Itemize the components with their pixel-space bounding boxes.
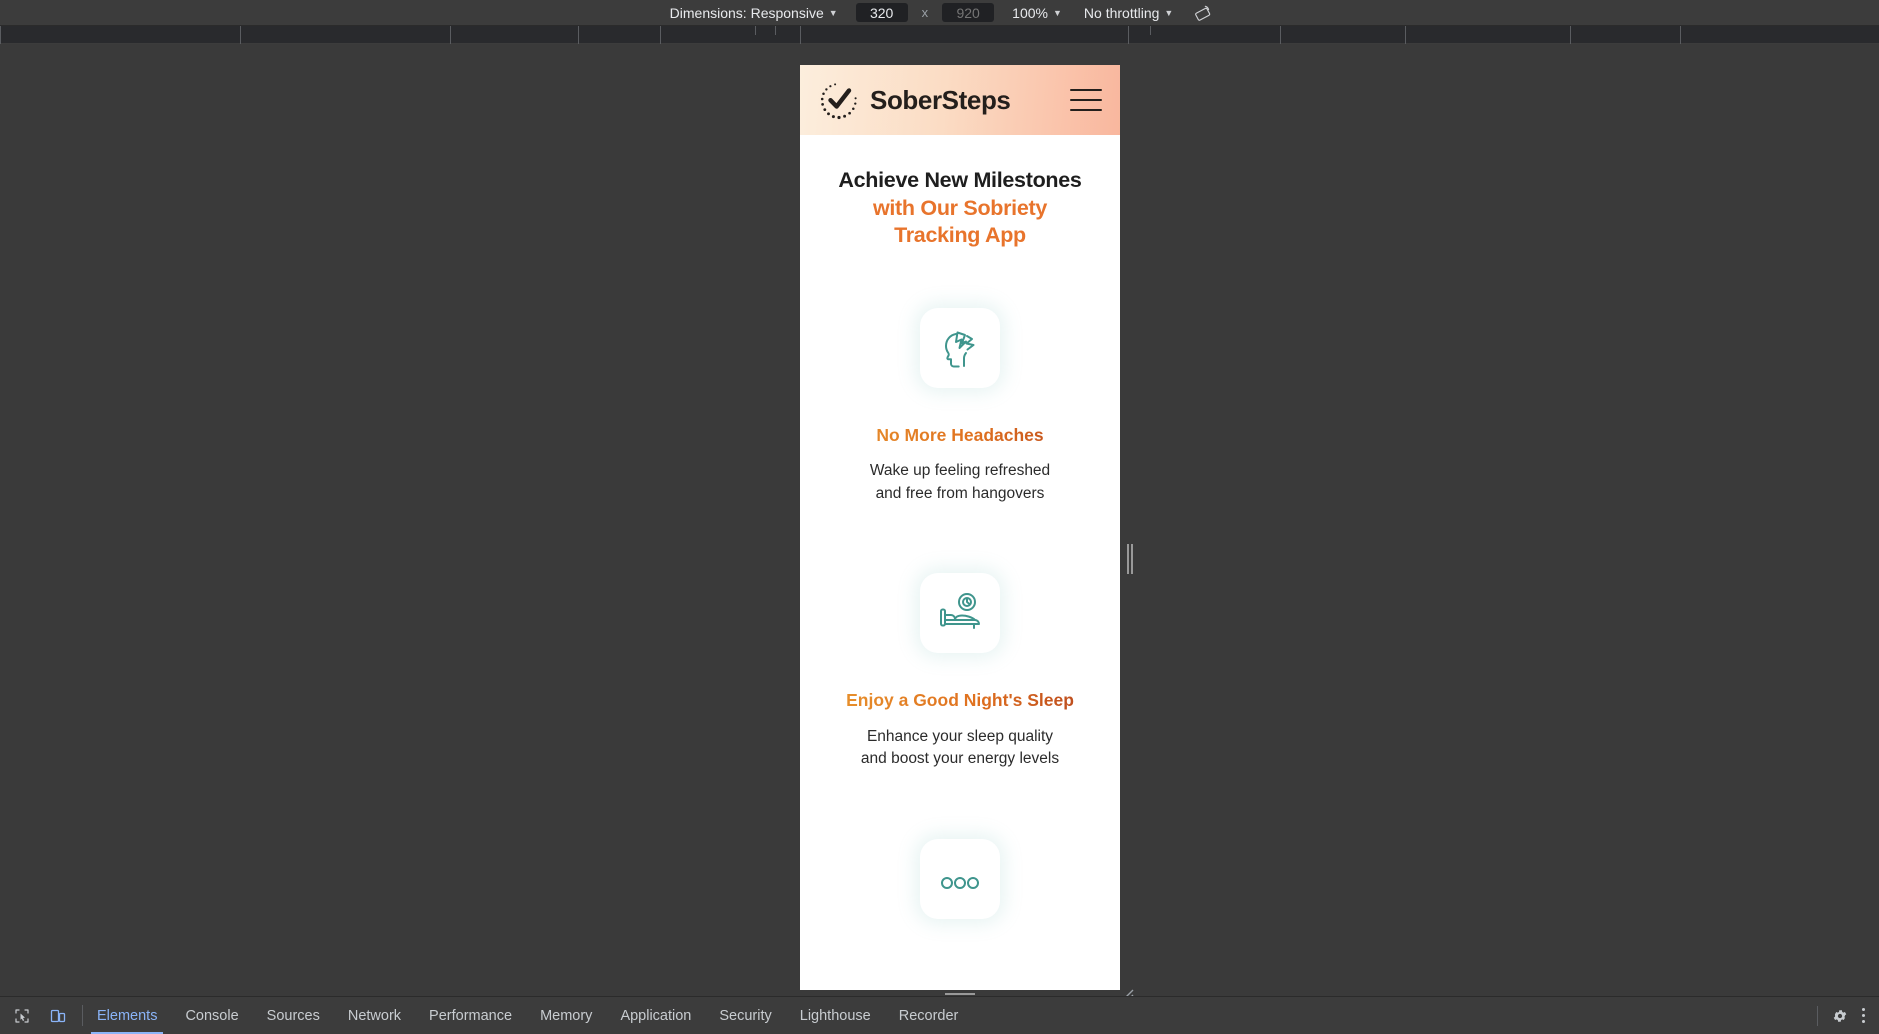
tab-label: Recorder bbox=[898, 1007, 959, 1024]
tab-label: Elements bbox=[97, 1007, 158, 1024]
viewport-ruler bbox=[0, 26, 1879, 44]
chevron-down-icon: ▼ bbox=[1164, 8, 1174, 18]
tab-application[interactable]: Application bbox=[606, 997, 705, 1034]
chevron-down-icon: ▼ bbox=[828, 8, 838, 18]
brand-title: SoberSteps bbox=[870, 84, 1011, 115]
hero-line-2: with Our Sobriety bbox=[872, 195, 1048, 220]
zoom-label: 100% bbox=[1012, 4, 1048, 21]
feature-description: Enhance your sleep quality and boost you… bbox=[816, 726, 1104, 771]
device-viewport: SoberSteps Achieve New Milestones with O… bbox=[800, 65, 1120, 990]
tab-label: Application bbox=[620, 1007, 692, 1024]
tab-label: Lighthouse bbox=[799, 1007, 871, 1024]
tab-performance[interactable]: Performance bbox=[415, 997, 526, 1034]
bed-clock-sleep-icon bbox=[920, 573, 1000, 654]
tab-label: Security bbox=[719, 1007, 772, 1024]
hamburger-menu-icon[interactable] bbox=[1070, 89, 1102, 111]
viewport-width-input[interactable] bbox=[855, 3, 908, 22]
dimensions-dropdown[interactable]: Dimensions: Responsive ▼ bbox=[666, 3, 842, 23]
tab-lighthouse[interactable]: Lighthouse bbox=[786, 997, 885, 1034]
page-title: Achieve New Milestones with Our Sobriety… bbox=[814, 167, 1106, 250]
feature-card-partial bbox=[816, 791, 1104, 975]
tab-label: Sources bbox=[266, 1007, 320, 1024]
tab-console[interactable]: Console bbox=[171, 997, 252, 1034]
device-toolbar-icon[interactable] bbox=[46, 1004, 70, 1028]
dimension-separator: x bbox=[921, 5, 929, 20]
hero-section: Achieve New Milestones with Our Sobriety… bbox=[800, 135, 1120, 260]
hero-line-3: Tracking App bbox=[894, 223, 1026, 248]
dimensions-label: Dimensions: Responsive bbox=[669, 4, 824, 21]
tab-security[interactable]: Security bbox=[705, 997, 785, 1034]
kebab-menu-icon[interactable] bbox=[1854, 1008, 1873, 1023]
devtools-tab-list: Elements Console Sources Network Perform… bbox=[83, 997, 972, 1034]
tab-label: Network bbox=[347, 1007, 402, 1024]
feature-card-headaches: No More Headaches Wake up feeling refres… bbox=[816, 260, 1104, 526]
devtools-icon-group bbox=[0, 997, 82, 1034]
tab-label: Console bbox=[185, 1007, 239, 1024]
head-lightning-headache-icon bbox=[920, 307, 1000, 388]
tab-memory[interactable]: Memory bbox=[526, 997, 606, 1034]
tab-label: Performance bbox=[429, 1007, 513, 1024]
viewport-resize-handle-right[interactable] bbox=[1127, 544, 1133, 574]
viewport-height-input[interactable] bbox=[942, 3, 995, 22]
hero-line-1: Achieve New Milestones bbox=[838, 168, 1082, 192]
features-list: No More Headaches Wake up feeling refres… bbox=[800, 260, 1120, 975]
feature-desc-line-1: Wake up feeling refreshed bbox=[869, 462, 1051, 480]
throttling-dropdown[interactable]: No throttling ▼ bbox=[1080, 3, 1177, 23]
tab-network[interactable]: Network bbox=[334, 997, 415, 1034]
throttling-label: No throttling bbox=[1083, 4, 1160, 21]
feature-card-sleep: Enjoy a Good Night's Sleep Enhance your … bbox=[816, 525, 1104, 791]
gear-icon[interactable] bbox=[1828, 1004, 1852, 1028]
chevron-down-icon: ▼ bbox=[1052, 8, 1062, 18]
viewport-stage: SoberSteps Achieve New Milestones with O… bbox=[0, 44, 1879, 1000]
feature-desc-line-2: and boost your energy levels bbox=[860, 750, 1060, 768]
devtools-right-group bbox=[1809, 997, 1879, 1034]
feature-description: Wake up feeling refreshed and free from … bbox=[816, 460, 1104, 505]
zoom-dropdown[interactable]: 100% ▼ bbox=[1008, 3, 1066, 23]
device-toolbar: Dimensions: Responsive ▼ x 100% ▼ No thr… bbox=[0, 0, 1879, 26]
feature-desc-line-2: and free from hangovers bbox=[875, 484, 1045, 502]
tab-sources[interactable]: Sources bbox=[253, 997, 334, 1034]
devtools-tabbar: Elements Console Sources Network Perform… bbox=[0, 996, 1879, 1034]
partial-third-feature-icon bbox=[920, 838, 1000, 919]
tab-recorder[interactable]: Recorder bbox=[885, 997, 973, 1034]
app-header: SoberSteps bbox=[800, 65, 1120, 135]
tab-elements[interactable]: Elements bbox=[83, 997, 171, 1034]
tab-label: Memory bbox=[540, 1007, 593, 1024]
feature-title: No More Headaches bbox=[816, 424, 1104, 447]
check-circle-dotted-icon bbox=[818, 79, 860, 121]
rotate-device-icon[interactable] bbox=[1191, 2, 1213, 24]
inspect-element-icon[interactable] bbox=[10, 1004, 34, 1028]
feature-title: Enjoy a Good Night's Sleep bbox=[816, 689, 1104, 712]
toolbar-divider bbox=[1817, 1005, 1818, 1026]
feature-desc-line-1: Enhance your sleep quality bbox=[866, 727, 1054, 745]
